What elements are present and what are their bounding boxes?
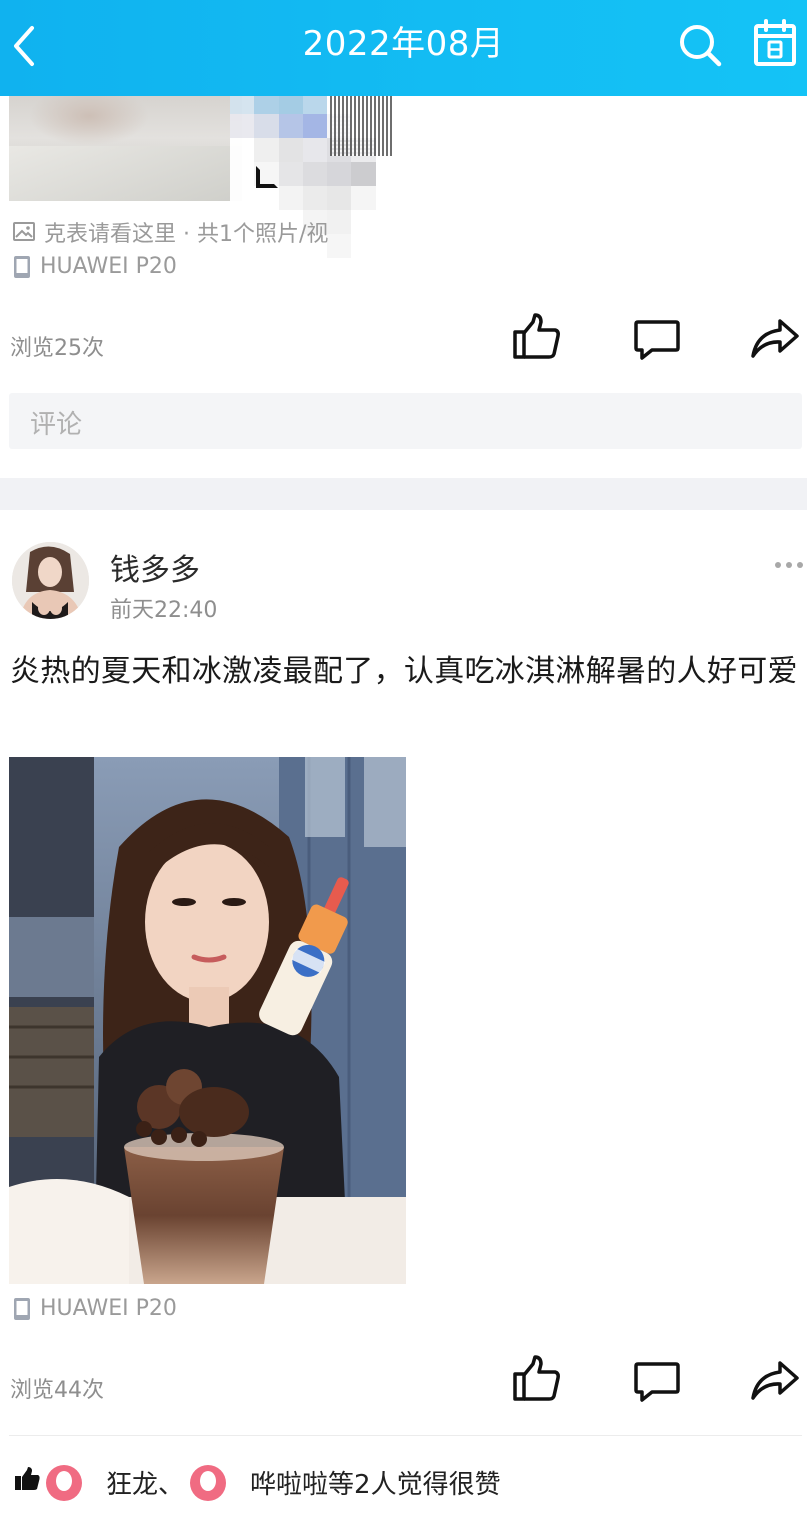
image-icon — [12, 221, 36, 243]
post2-share-button[interactable] — [749, 1356, 801, 1406]
post2-like-button[interactable] — [511, 1354, 563, 1404]
device-label: HUAWEI P20 — [40, 1296, 177, 1321]
post-text: 炎热的夏天和冰激凌最配了，认真吃冰淇淋解暑的人好可爱 — [10, 654, 798, 689]
liker-avatar[interactable] — [190, 1464, 227, 1501]
post2-comment-button[interactable] — [632, 1358, 684, 1408]
comment-icon — [634, 1362, 680, 1402]
phone-icon — [12, 255, 32, 279]
post1-views: 浏览25次 — [10, 336, 104, 361]
post1-photo-meta[interactable]: 克表请看这里 · 共1个照片/视 — [12, 216, 328, 248]
like-summary: 狂龙 、 哗啦啦等2人觉得很赞 — [14, 1464, 501, 1501]
post2-photo-image — [9, 757, 406, 1284]
search-button[interactable] — [676, 20, 724, 70]
post-divider — [0, 478, 807, 510]
comment-input[interactable]: 评论 — [9, 393, 802, 449]
calendar-icon — [754, 19, 796, 66]
post1-like-button[interactable] — [511, 312, 563, 362]
search-icon — [680, 25, 722, 67]
liker-avatar[interactable] — [46, 1464, 82, 1501]
device-label: HUAWEI P20 — [40, 254, 177, 279]
post1-device: HUAWEI P20 — [12, 254, 177, 279]
post1-comment-button[interactable] — [632, 316, 684, 366]
more-dots-icon — [775, 562, 803, 568]
post1-photo[interactable] — [9, 96, 242, 201]
post2-photo[interactable] — [9, 757, 406, 1284]
username[interactable]: 钱多多 — [110, 545, 200, 589]
thumbs-up-icon — [513, 313, 560, 359]
avatar-image — [12, 542, 89, 619]
share-arrow-icon — [751, 319, 799, 358]
post-time: 前天22:40 — [110, 598, 218, 623]
divider-line — [9, 1435, 802, 1436]
qr-code-fragment — [330, 96, 394, 156]
liker-separator: 、 — [158, 1470, 185, 1500]
thumbs-up-icon — [513, 1355, 560, 1401]
avatar[interactable] — [12, 542, 89, 619]
scan-mark — [256, 166, 278, 188]
share-arrow-icon — [751, 1361, 799, 1400]
phone-icon — [12, 1297, 32, 1321]
small-thumbs-up-icon — [14, 1466, 40, 1499]
liker-name[interactable]: 狂龙 — [106, 1464, 158, 1501]
comment-placeholder: 评论 — [30, 410, 83, 440]
post2-device: HUAWEI P20 — [12, 1296, 177, 1321]
comment-icon — [634, 320, 680, 360]
post2-views: 浏览44次 — [10, 1378, 104, 1403]
more-button[interactable] — [774, 556, 804, 574]
liker-suffix[interactable]: 哗啦啦等2人觉得很赞 — [250, 1464, 501, 1501]
photo-meta-text: 克表请看这里 · 共1个照片/视 — [44, 222, 329, 247]
post1-share-button[interactable] — [749, 314, 801, 364]
calendar-button[interactable] — [750, 18, 800, 72]
top-bar: 2022年08月 — [0, 0, 807, 96]
